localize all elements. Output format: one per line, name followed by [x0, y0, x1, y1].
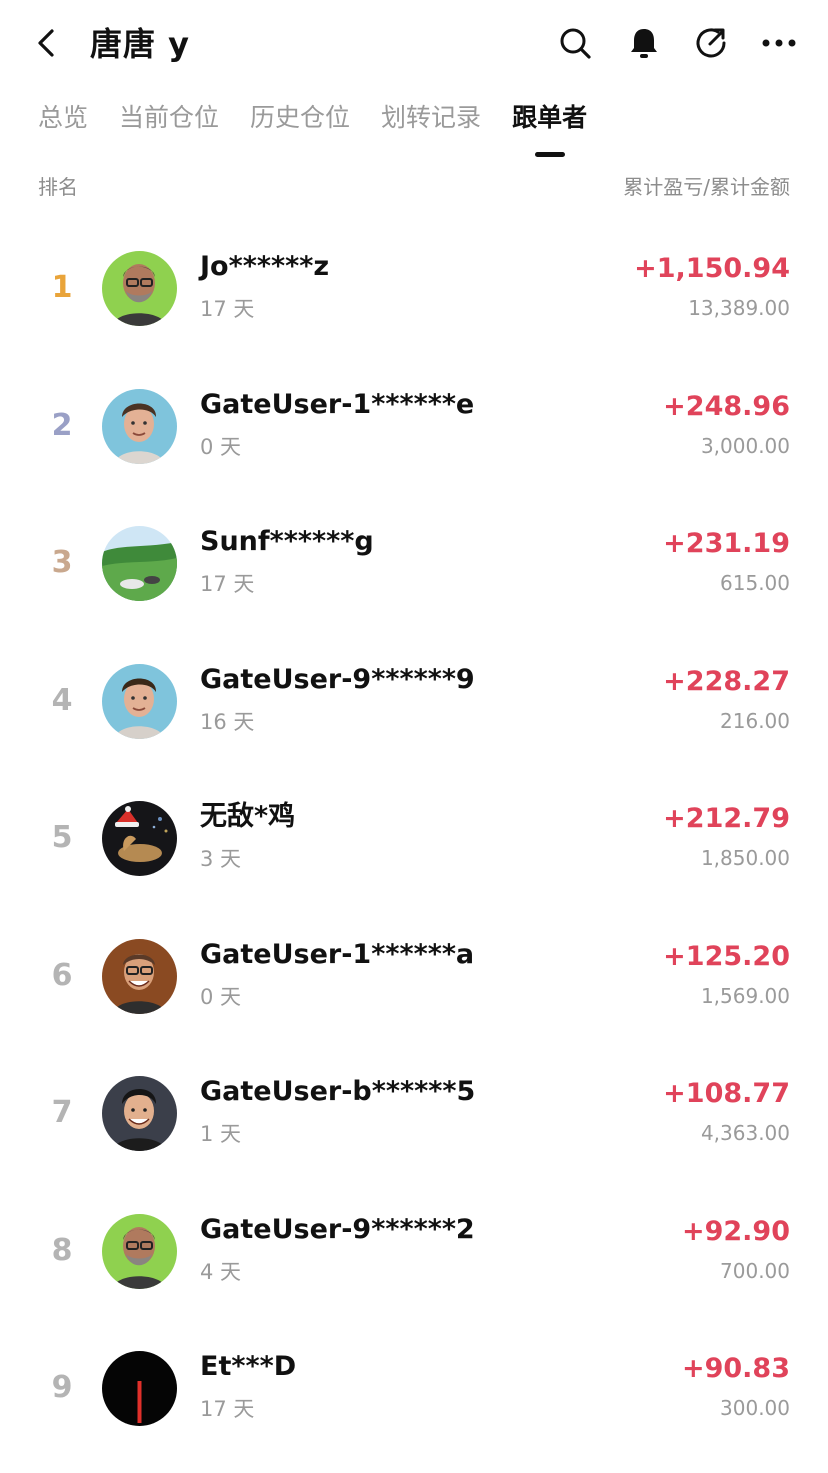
avatar [102, 938, 177, 1014]
avatar [102, 388, 177, 464]
more-icon[interactable] [760, 24, 798, 62]
follow-days: 17 天 [200, 572, 255, 596]
follower-row[interactable]: 2 GateUser-1******e 0 天 +248.96 3,000.00 [0, 358, 828, 496]
follow-days: 1 天 [200, 1122, 242, 1146]
follow-days: 16 天 [200, 709, 255, 734]
follower-row[interactable]: 9 Et***D 17 天 +90.83 300.00 [0, 1320, 828, 1458]
rank-column-label: 排名 [38, 175, 78, 199]
rank-number: 5 [51, 820, 73, 855]
follower-row[interactable]: 7 GateUser-b******5 1 天 +108.77 4,363.00 [0, 1045, 828, 1183]
avatar [102, 526, 177, 601]
cumulative-pnl: +212.79 [663, 803, 790, 834]
rank-number: 8 [51, 1232, 73, 1268]
cumulative-amount: 1,850.00 [700, 846, 790, 870]
tab-bar: 总览 当前仓位 历史仓位 划转记录 跟单者 [38, 98, 618, 158]
follower-name: Sunf******g [200, 526, 374, 557]
cumulative-amount: 13,389.00 [688, 296, 790, 320]
follower-name: GateUser-b******5 [200, 1076, 476, 1107]
follower-name: Jo******z [200, 251, 330, 282]
cumulative-pnl: +248.96 [663, 390, 790, 422]
tab-overview[interactable]: 总览 [38, 98, 88, 158]
follower-row[interactable]: 8 GateUser-9******2 4 天 +92.90 700.00 [0, 1183, 828, 1321]
follower-row[interactable]: 1 Jo******z 17 天 +1,150.94 13,389.00 [0, 220, 828, 358]
follow-days: 3 天 [200, 847, 242, 871]
avatar [102, 1351, 177, 1426]
cumulative-pnl: +125.20 [663, 940, 790, 972]
follow-days: 17 天 [200, 297, 255, 321]
cumulative-amount: 1,569.00 [700, 983, 790, 1008]
cumulative-pnl: +228.27 [663, 665, 790, 697]
cumulative-amount: 216.00 [720, 708, 790, 733]
pnl-amount-column-label: 累计盈亏/累计金额 [623, 175, 790, 199]
avatar [102, 251, 177, 326]
rank-number: 6 [51, 957, 73, 993]
cumulative-pnl: +90.83 [681, 1353, 790, 1384]
cumulative-amount: 700.00 [720, 1258, 790, 1283]
cumulative-amount: 4,363.00 [700, 1121, 790, 1145]
list-column-header: 排名 累计盈亏/累计金额 [38, 172, 790, 202]
follow-days: 0 天 [200, 984, 242, 1009]
follower-list: 1 Jo******z 17 天 +1,150.94 13,389.00 2 G… [0, 220, 828, 1458]
follower-name: Et***D [200, 1351, 297, 1382]
rank-number: 2 [51, 407, 73, 443]
cumulative-amount: 300.00 [720, 1396, 790, 1420]
follow-days: 0 天 [200, 434, 242, 459]
tab-history-positions[interactable]: 历史仓位 [250, 98, 350, 158]
follower-name: GateUser-9******2 [200, 1213, 475, 1245]
top-bar: 唐唐 y [0, 0, 828, 90]
follower-name: GateUser-1******a [200, 938, 475, 970]
search-icon[interactable] [556, 24, 594, 62]
follower-row[interactable]: 3 Sunf******g 17 天 +231.19 615.00 [0, 495, 828, 633]
cumulative-pnl: +231.19 [663, 528, 790, 559]
follower-row[interactable]: 4 GateUser-9******9 16 天 +228.27 216.00 [0, 633, 828, 771]
cumulative-amount: 3,000.00 [700, 433, 790, 458]
follower-row[interactable]: 6 GateUser-1******a 0 天 +125.20 1,569.00 [0, 908, 828, 1046]
follower-name: GateUser-9******9 [200, 663, 475, 695]
cumulative-pnl: +108.77 [663, 1078, 790, 1109]
back-arrow-icon[interactable] [30, 26, 62, 60]
tab-current-positions[interactable]: 当前仓位 [119, 98, 219, 158]
follow-days: 4 天 [200, 1259, 242, 1284]
follower-name: 无敌*鸡 [200, 801, 296, 832]
tab-followers[interactable]: 跟单者 [512, 98, 587, 158]
share-icon[interactable] [692, 24, 730, 62]
cumulative-pnl: +92.90 [681, 1215, 790, 1247]
avatar [102, 801, 177, 876]
bell-icon[interactable] [625, 24, 663, 62]
cumulative-amount: 615.00 [720, 571, 790, 595]
avatar [102, 1076, 177, 1151]
rank-number: 3 [51, 545, 73, 580]
page-title: 唐唐 y [90, 25, 191, 63]
avatar [102, 663, 177, 739]
tab-transfer-records[interactable]: 划转记录 [381, 98, 481, 158]
rank-number: 4 [51, 682, 73, 718]
follow-days: 17 天 [200, 1397, 255, 1421]
rank-number: 7 [51, 1095, 73, 1130]
follower-row[interactable]: 5 无敌*鸡 3 天 +212.79 1,850.00 [0, 770, 828, 908]
cumulative-pnl: +1,150.94 [634, 253, 790, 284]
rank-number: 9 [51, 1370, 73, 1405]
rank-number: 1 [51, 270, 73, 305]
follower-name: GateUser-1******e [200, 388, 475, 420]
avatar [102, 1213, 177, 1289]
